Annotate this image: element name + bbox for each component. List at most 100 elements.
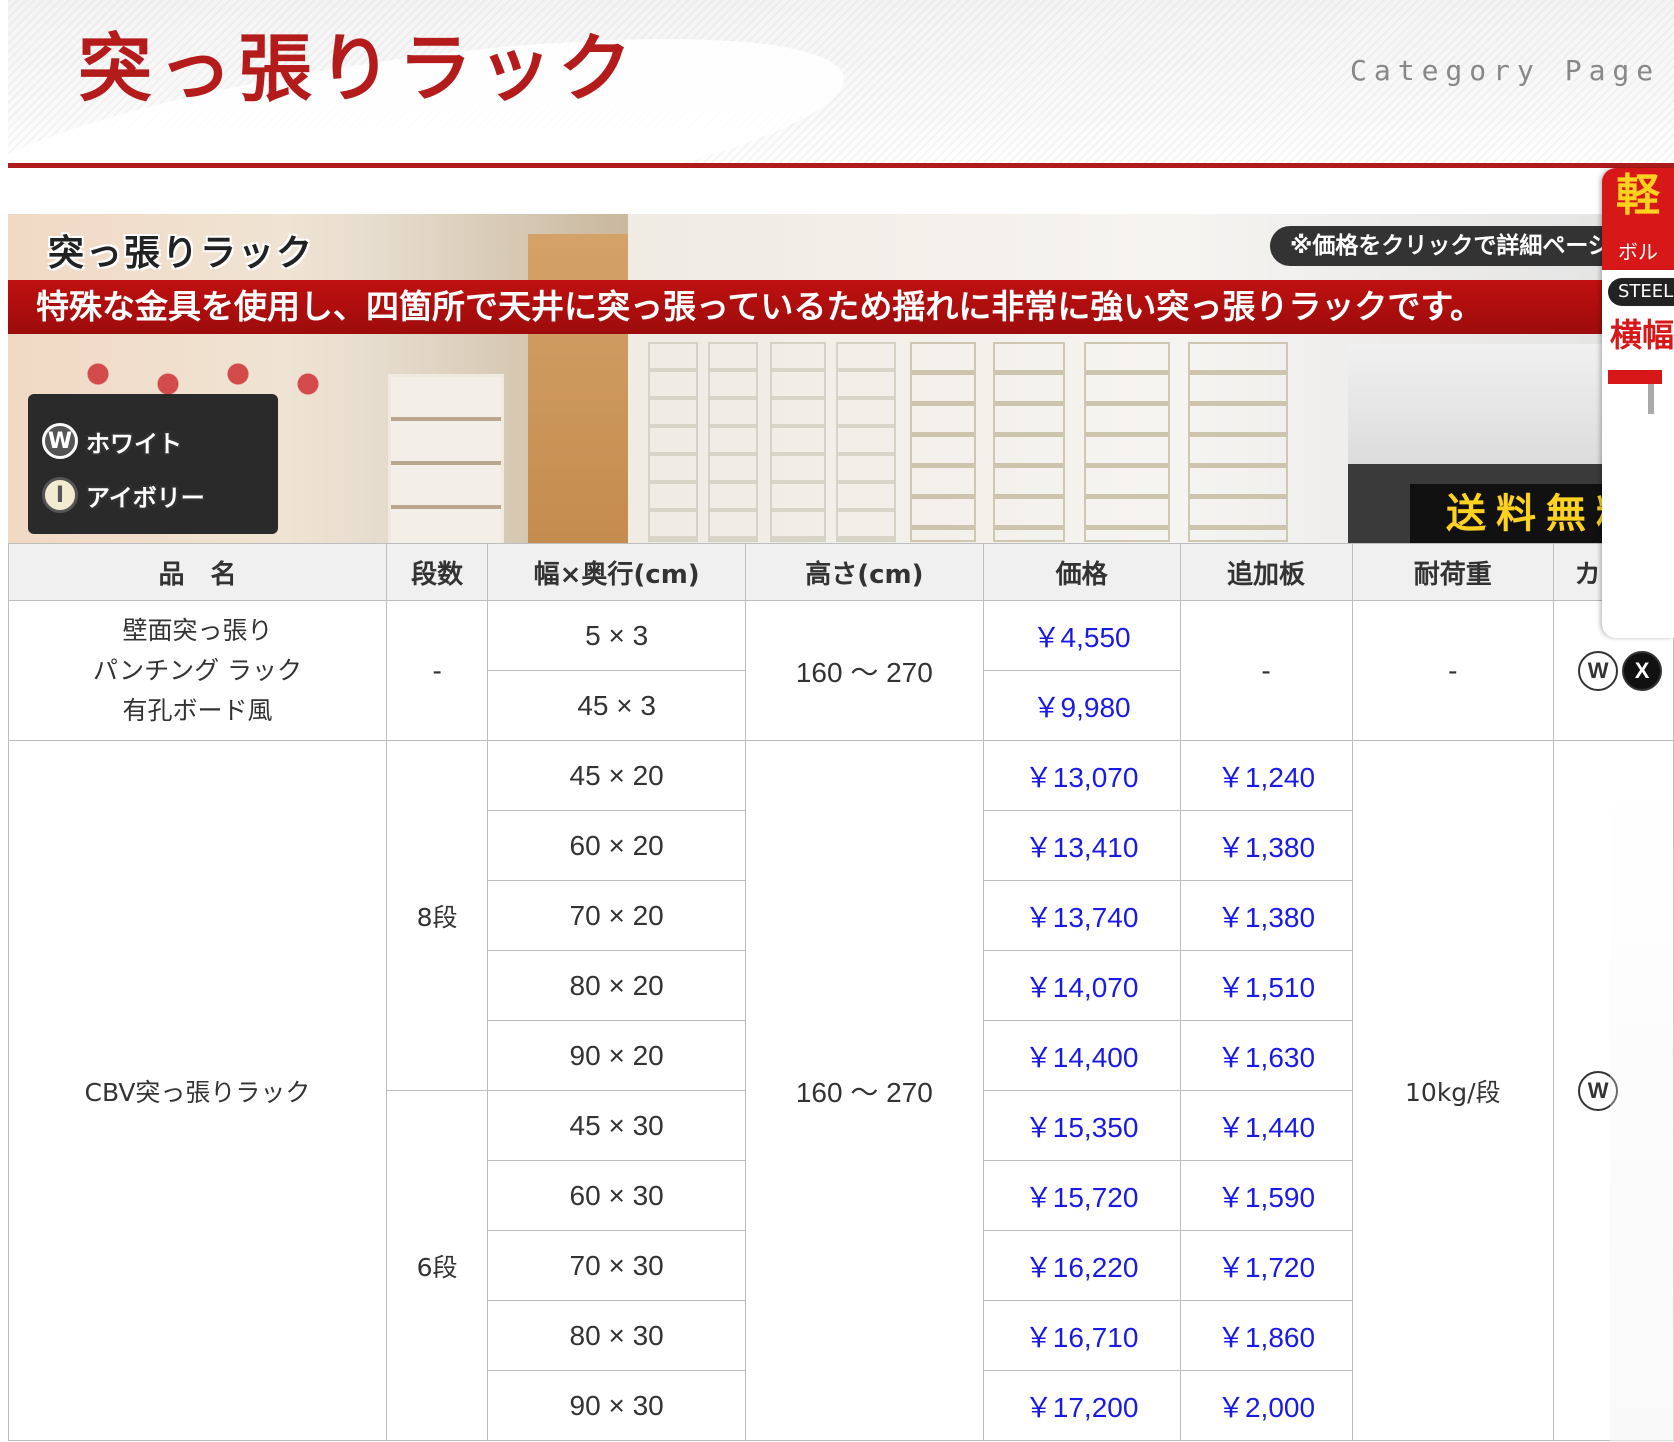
extra-shelf-cell: ￥2,000: [1179, 1370, 1353, 1441]
extra-shelf-link[interactable]: ￥1,510: [1217, 972, 1315, 1003]
size-cell: 70 × 30: [487, 1230, 747, 1301]
size-cell: 90 × 30: [487, 1370, 747, 1441]
extra-shelf-link[interactable]: ￥1,240: [1217, 762, 1315, 793]
load-cell: 10kg/段: [1351, 740, 1555, 1441]
price-link[interactable]: ￥4,550: [1033, 622, 1131, 653]
extra-shelf-cell: ￥1,720: [1179, 1230, 1353, 1301]
price-link[interactable]: ￥14,070: [1025, 972, 1139, 1003]
price-cell: ￥16,710: [982, 1300, 1181, 1371]
color-option-label: ホワイト: [86, 429, 182, 458]
extra-shelf-cell: ￥1,590: [1179, 1160, 1353, 1231]
header-price: 価格: [982, 543, 1181, 601]
ivory-color-badge-icon: I: [42, 477, 78, 513]
extra-shelf-link[interactable]: ￥1,380: [1217, 832, 1315, 863]
table-header-row: 品 名 段数 幅×奥行(cm) 高さ(cm) 価格 追加板 耐荷重 カラー: [8, 543, 1674, 601]
rack-leg-icon: [1648, 384, 1654, 414]
tiers-cell: -: [385, 600, 489, 741]
header-product: 品 名: [8, 543, 387, 601]
white-color-badge-icon: W: [42, 423, 78, 459]
price-link[interactable]: ￥13,410: [1025, 832, 1139, 863]
steel-label: STEEL: [1608, 278, 1674, 306]
room-shelf-image: [388, 374, 504, 544]
size-cell: 60 × 20: [487, 810, 747, 881]
color-option-white: W ホワイト: [42, 420, 182, 462]
size-cell: 45 × 30: [487, 1090, 747, 1161]
extra-shelf-link[interactable]: ￥1,590: [1217, 1182, 1315, 1213]
price-link[interactable]: ￥14,400: [1025, 1042, 1139, 1073]
width-arrow-icon: [1608, 370, 1662, 384]
size-cell: 5 × 3: [487, 600, 747, 671]
extra-shelf-link[interactable]: ￥1,720: [1217, 1252, 1315, 1283]
rack-white-2: [708, 342, 758, 542]
extra-shelf-cell: ￥1,440: [1179, 1090, 1353, 1161]
price-table: 品 名 段数 幅×奥行(cm) 高さ(cm) 価格 追加板 耐荷重 カラー 壁面…: [8, 543, 1674, 1441]
extra-shelf-cell: ￥1,380: [1179, 880, 1353, 951]
size-cell: 45 × 3: [487, 670, 747, 741]
price-link[interactable]: ￥17,200: [1025, 1392, 1139, 1423]
color-option-ivory: I アイボリー: [42, 474, 205, 516]
category-page-label: Category Page: [1350, 54, 1661, 87]
extra-shelf-link[interactable]: ￥1,440: [1217, 1112, 1315, 1143]
price-link[interactable]: ￥13,740: [1025, 902, 1139, 933]
price-link[interactable]: ￥15,350: [1025, 1112, 1139, 1143]
extra-shelf-cell: ￥1,240: [1179, 740, 1353, 811]
header-extra-shelf: 追加板: [1179, 543, 1353, 601]
extra-shelf-link[interactable]: ￥1,380: [1217, 902, 1315, 933]
load-cell: -: [1351, 600, 1555, 741]
product-name-line: 有孔ボード風: [122, 695, 273, 725]
product-banner: 突っ張りラック ※価格をクリックで詳細ページへ 特殊な金具を使用し、四箇所で天井…: [8, 214, 1674, 544]
extra-shelf-cell: ￥1,630: [1179, 1020, 1353, 1091]
extra-shelf-link[interactable]: ￥1,860: [1217, 1322, 1315, 1353]
rack-ivory-4: [1188, 342, 1288, 542]
black-color-icon: X: [1622, 650, 1663, 691]
extra-shelf-link[interactable]: ￥2,000: [1217, 1392, 1315, 1423]
header-divider: [8, 163, 1674, 168]
color-circles: W X: [1578, 650, 1663, 691]
rack-ivory-1: [910, 342, 976, 542]
promo-badge[interactable]: 軽 ボル STEEL 横幅: [1602, 168, 1674, 638]
price-link[interactable]: ￥15,720: [1025, 1182, 1139, 1213]
price-cell: ￥13,740: [982, 880, 1181, 951]
banner-tagline: 特殊な金具を使用し、四箇所で天井に突っ張っているため揺れに非常に強い突っ張りラッ…: [36, 287, 1484, 326]
product-name-line: 壁面突っ張り: [122, 615, 273, 645]
extra-shelf-cell: ￥1,860: [1179, 1300, 1353, 1371]
rack-ivory-2: [993, 342, 1065, 542]
white-color-icon: W: [1578, 1070, 1619, 1111]
height-cell: 160 〜 270: [745, 600, 984, 741]
price-link[interactable]: ￥9,980: [1033, 692, 1131, 723]
rack-lineup-image: [648, 342, 1328, 542]
promo-badge-sub: ボル: [1602, 236, 1674, 270]
header-load: 耐荷重: [1351, 543, 1555, 601]
color-option-label: アイボリー: [86, 483, 205, 512]
tiers-cell: 6段: [385, 1090, 489, 1441]
rack-white-4: [836, 342, 896, 542]
extra-shelf-cell: ￥1,510: [1179, 950, 1353, 1021]
rack-ivory-3: [1084, 342, 1170, 542]
page-header: 突っ張りラック Category Page: [8, 0, 1674, 166]
size-cell: 60 × 30: [487, 1160, 747, 1231]
size-cell: 45 × 20: [487, 740, 747, 811]
price-link[interactable]: ￥13,070: [1025, 762, 1139, 793]
header-size: 幅×奥行(cm): [487, 543, 747, 601]
rack-white-3: [770, 342, 826, 542]
price-cell: ￥13,070: [982, 740, 1181, 811]
price-cell: ￥15,350: [982, 1090, 1181, 1161]
extra-shelf-cell: -: [1179, 600, 1353, 741]
click-note: ※価格をクリックで詳細ページへ: [1270, 226, 1654, 266]
size-cell: 80 × 30: [487, 1300, 747, 1371]
white-color-icon: W: [1578, 650, 1619, 691]
size-cell: 80 × 20: [487, 950, 747, 1021]
price-cell: ￥14,400: [982, 1020, 1181, 1091]
price-link[interactable]: ￥16,710: [1025, 1322, 1139, 1353]
table-row: 壁面突っ張り パンチング ラック 有孔ボード風 - 5 × 3 160 〜 27…: [8, 600, 1674, 741]
tiers-cell: 8段: [385, 740, 489, 1091]
extra-shelf-cell: ￥1,380: [1179, 810, 1353, 881]
price-link[interactable]: ￥16,220: [1025, 1252, 1139, 1283]
header-height: 高さ(cm): [745, 543, 984, 601]
table-row: CBV突っ張りラック 8段 45 × 20 160 〜 270 ￥13,070 …: [8, 740, 1674, 1441]
product-name-cell: CBV突っ張りラック: [8, 740, 387, 1441]
width-label: 横幅: [1610, 316, 1674, 354]
banner-tagline-strip: 特殊な金具を使用し、四箇所で天井に突っ張っているため揺れに非常に強い突っ張りラッ…: [8, 280, 1674, 334]
extra-shelf-link[interactable]: ￥1,630: [1217, 1042, 1315, 1073]
page-title: 突っ張りラック: [78, 26, 638, 112]
